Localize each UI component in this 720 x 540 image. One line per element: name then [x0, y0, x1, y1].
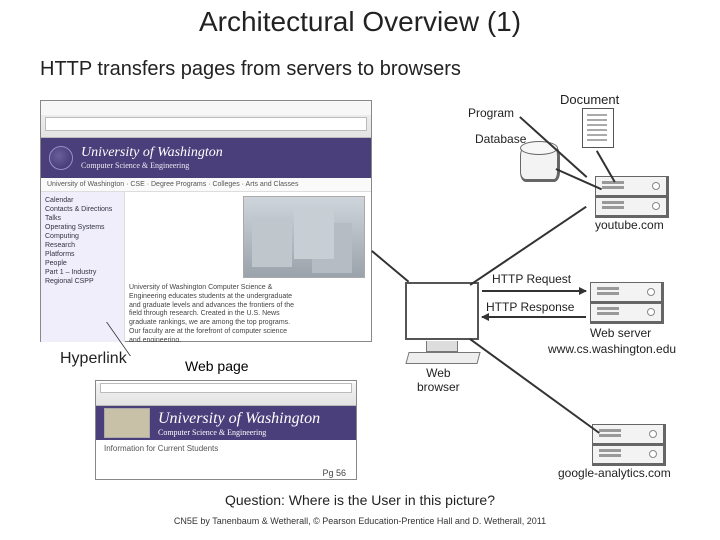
label-web-page: Web page — [185, 358, 249, 374]
slide-title: Architectural Overview (1) — [0, 6, 720, 38]
slide-subtitle: HTTP transfers pages from servers to bro… — [40, 58, 461, 81]
browser-chrome — [41, 101, 371, 138]
server-icon — [595, 196, 669, 218]
label-youtube: youtube.com — [595, 218, 664, 232]
browser-window-bottom: University of Washington Computer Scienc… — [95, 380, 357, 480]
label-hyperlink: Hyperlink — [60, 350, 127, 368]
monitor-icon — [405, 282, 479, 340]
keyboard-icon — [405, 352, 480, 364]
label-web-browser: Web browser — [417, 366, 460, 394]
server-icon — [592, 444, 666, 466]
rendered-page: University of Washington Computer Scienc… — [41, 138, 371, 342]
nav-item[interactable]: Calendar — [45, 196, 120, 205]
arrow-http-request — [482, 290, 586, 292]
label-http-response: HTTP Response — [486, 300, 574, 314]
server-icon — [590, 302, 664, 324]
banner-subtitle: Computer Science & Engineering — [81, 161, 223, 170]
banner-title: University of Washington — [158, 410, 320, 428]
nav-item[interactable]: Talks — [45, 214, 120, 223]
site-banner: University of Washington Computer Scienc… — [41, 138, 371, 178]
browser-chrome — [96, 383, 356, 406]
nav-item[interactable]: Contacts & Directions — [45, 205, 120, 214]
document-icon — [582, 108, 614, 148]
server-icon — [590, 282, 664, 304]
hero-thumb — [104, 408, 150, 438]
banner-subtitle: Computer Science & Engineering — [158, 428, 320, 437]
slide-question: Question: Where is the User in this pict… — [0, 492, 720, 508]
nav-item[interactable]: Operating Systems — [45, 223, 120, 232]
address-bar[interactable] — [100, 383, 352, 393]
uw-logo-icon — [49, 146, 73, 170]
hero-photo — [243, 196, 365, 278]
site-banner: University of Washington Computer Scienc… — [96, 406, 356, 440]
nav-item[interactable]: Computing — [45, 232, 120, 241]
label-server-host: www.cs.washington.edu — [548, 342, 676, 356]
slide-credit: CN5E by Tanenbaum & Wetherall, © Pearson… — [0, 516, 720, 526]
link-page-client — [372, 250, 410, 282]
subheading: Information for Current Students — [96, 440, 356, 457]
label-http-request: HTTP Request — [492, 272, 571, 286]
page-number: Pg 56 — [322, 468, 346, 478]
database-icon — [520, 146, 560, 182]
breadcrumb: University of Washington · CSE · Degree … — [41, 178, 371, 192]
browser-window-top: University of Washington Computer Scienc… — [40, 100, 372, 342]
nav-item[interactable]: Research — [45, 241, 120, 250]
label-program: Program — [468, 106, 514, 120]
nav-item[interactable]: People — [45, 259, 120, 268]
side-nav[interactable]: Calendar Contacts & Directions Talks Ope… — [41, 192, 125, 342]
server-icon — [595, 176, 669, 198]
label-google-analytics: google-analytics.com — [558, 466, 671, 480]
label-document: Document — [560, 92, 619, 107]
nav-item[interactable]: Regional CSPP — [45, 277, 120, 286]
address-bar[interactable] — [45, 117, 367, 131]
label-web-server: Web server — [590, 326, 651, 340]
arrow-http-response — [482, 316, 586, 318]
label-database: Database — [475, 132, 526, 146]
banner-title: University of Washington — [81, 146, 223, 161]
nav-item[interactable]: Part 1 – Industry — [45, 268, 120, 277]
server-icon — [592, 424, 666, 446]
nav-item[interactable]: Platforms — [45, 250, 120, 259]
